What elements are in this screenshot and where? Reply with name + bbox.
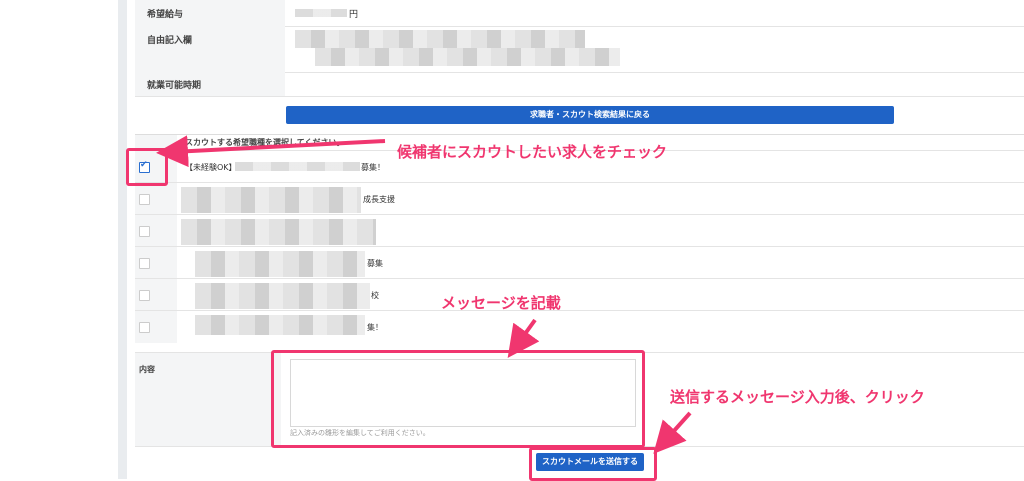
job-checkbox[interactable] — [139, 258, 150, 269]
job-row[interactable]: 集！ — [135, 310, 1024, 343]
job-row[interactable]: 校 — [135, 278, 1024, 311]
job-checkbox[interactable] — [139, 322, 150, 333]
salary-row: 希望給与 円 — [135, 0, 1024, 27]
start-time-label: 就業可能時期 — [147, 81, 202, 91]
annotation-write-message: メッセージを記載 — [441, 294, 561, 312]
job-checkbox[interactable] — [139, 226, 150, 237]
redacted-salary — [295, 9, 347, 17]
redacted-free-text-2 — [315, 48, 620, 66]
job-suffix: 集！ — [367, 323, 383, 332]
job-selection-header: スカウトする希望職種を選択してください。 — [185, 138, 345, 147]
job-suffix: 成長支援 — [363, 195, 395, 204]
job-suffix: 校 — [371, 291, 379, 300]
content-label: 内容 — [139, 365, 155, 374]
job-checkbox[interactable] — [139, 290, 150, 301]
job-suffix: 募集！ — [361, 163, 385, 172]
checkbox-highlight — [126, 148, 168, 186]
salary-label: 希望給与 — [147, 10, 184, 20]
job-checkbox[interactable] — [139, 194, 150, 205]
textarea-highlight — [271, 350, 645, 448]
free-text-label: 自由記入欄 — [147, 36, 193, 46]
job-row[interactable] — [135, 214, 1024, 247]
annotation-check-job: 候補者にスカウトしたい求人をチェック — [397, 143, 668, 161]
send-button-highlight — [529, 447, 657, 481]
free-text-row: 自由記入欄 — [135, 26, 1024, 73]
back-to-results-button[interactable]: 求職者・スカウト検索結果に戻る — [286, 106, 894, 124]
job-suffix: 募集 — [367, 259, 383, 268]
start-time-row: 就業可能時期 — [135, 72, 1024, 97]
job-row[interactable]: 成長支援 — [135, 182, 1024, 215]
sidebar-strip — [118, 0, 127, 479]
job-selection-table: スカウトする希望職種を選択してください。 【未経験OK】 募集！ 成長支援 募集… — [135, 134, 1024, 343]
redacted-free-text-1 — [295, 30, 585, 48]
job-prefix: 【未経験OK】 — [185, 163, 237, 172]
annotation-click-send: 送信するメッセージ入力後、クリック — [670, 388, 925, 406]
job-row[interactable]: 募集 — [135, 246, 1024, 279]
salary-suffix: 円 — [349, 10, 359, 20]
